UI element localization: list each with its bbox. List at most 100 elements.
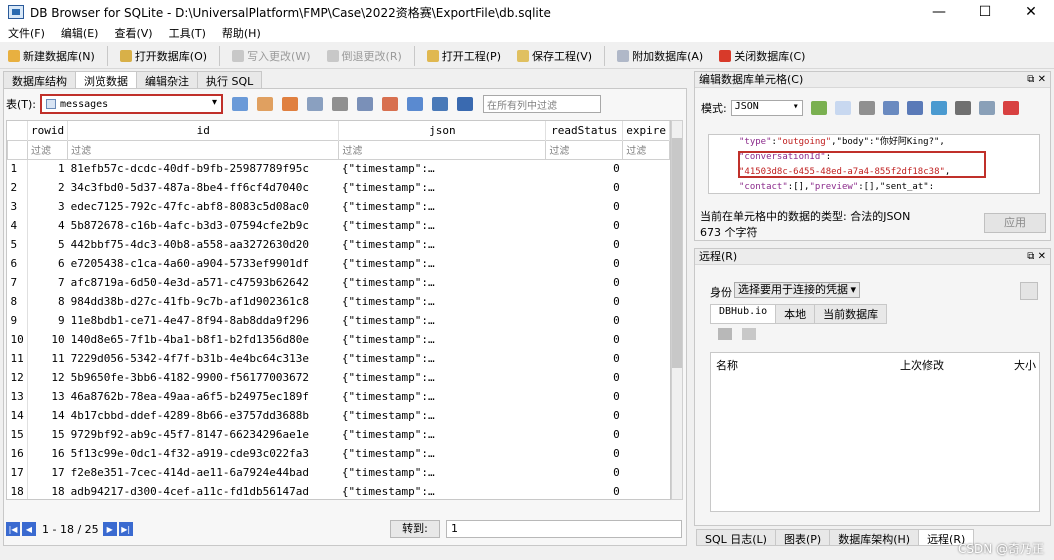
cell-expire[interactable] <box>623 159 670 178</box>
cell-json[interactable]: {"timestamp":… <box>339 311 546 330</box>
column-header-readstatus[interactable]: readStatus <box>545 121 624 140</box>
cell-id[interactable]: 81efb57c-dcdc-40df-b9fb-25987789f95c <box>68 159 339 178</box>
cell-expire[interactable] <box>623 387 670 406</box>
cell-id[interactable]: e7205438-c1ca-4a60-a904-5733ef9901df <box>68 254 339 273</box>
mode-select[interactable]: JSON ▾ <box>730 100 803 116</box>
first-record-icon[interactable]: |◀ <box>6 522 20 536</box>
cell-expire[interactable] <box>623 216 670 235</box>
maximize-button[interactable]: ☐ <box>962 0 1008 24</box>
goto-input[interactable]: 1 <box>446 520 682 538</box>
table-row[interactable]: 18 18 adb94217-d300-4cef-a11c-fd1db56147ad… <box>7 482 670 499</box>
cell-id[interactable]: 4b17cbbd-ddef-4289-8b66-e3757dd3688b <box>68 406 339 425</box>
cell-expire[interactable] <box>623 311 670 330</box>
open-project-button[interactable]: 打开工程(P) <box>419 45 509 67</box>
menu-view[interactable]: 查看(V) <box>106 25 160 41</box>
cell-id[interactable]: 46a8762b-78ea-49aa-a6f5-b24975ec189f <box>68 387 339 406</box>
cell-rowid[interactable]: 5 <box>27 235 67 254</box>
table-row[interactable]: 12 12 5b9650fe-3bb6-4182-9900-f56177003672… <box>7 368 670 387</box>
cell-readstatus[interactable]: 0 <box>546 444 623 463</box>
cell-expire[interactable] <box>623 482 670 499</box>
tab-sql-log[interactable]: SQL 日志(L) <box>696 529 776 546</box>
cell-json[interactable]: {"timestamp":… <box>339 425 546 444</box>
next-record-icon[interactable]: ▶ <box>102 522 117 536</box>
cell-readstatus[interactable]: 0 <box>546 349 623 368</box>
cell-readstatus[interactable]: 0 <box>546 463 623 482</box>
cell-rowid[interactable]: 11 <box>27 349 67 368</box>
save-view-icon[interactable] <box>307 97 324 111</box>
column-header-id[interactable]: id <box>67 121 340 140</box>
cell-expire[interactable] <box>623 197 670 216</box>
insert-record-icon[interactable] <box>357 97 374 111</box>
cell-expire[interactable] <box>623 178 670 197</box>
cell-id[interactable]: edec7125-792c-47fc-abf8-8083c5d08ac0 <box>68 197 339 216</box>
cell-rowid[interactable]: 4 <box>27 216 67 235</box>
cell-json[interactable]: {"timestamp":… <box>339 463 546 482</box>
table-row[interactable]: 16 16 5f13c99e-0dc1-4f32-a919-cde93c022fa3… <box>7 444 670 463</box>
save-project-button[interactable]: 保存工程(V) <box>509 45 600 67</box>
new-database-button[interactable]: 新建数据库(N) <box>0 45 103 67</box>
cell-expire[interactable] <box>623 425 670 444</box>
menu-help[interactable]: 帮助(H) <box>214 25 269 41</box>
find-icon[interactable] <box>407 97 424 111</box>
cell-rowid[interactable]: 7 <box>27 273 67 292</box>
filter-expire[interactable]: 过滤 <box>622 139 670 160</box>
cell-json[interactable]: {"timestamp":… <box>339 406 546 425</box>
clear-filters-icon[interactable] <box>257 97 274 111</box>
clone-icon[interactable] <box>718 328 732 340</box>
cell-readstatus[interactable]: 0 <box>546 292 623 311</box>
cell-readstatus[interactable]: 0 <box>546 406 623 425</box>
cell-rowid[interactable]: 13 <box>27 387 67 406</box>
find-replace-icon[interactable] <box>432 97 449 111</box>
table-row[interactable]: 6 6 e7205438-c1ca-4a60-a904-5733ef9901df {"… <box>7 254 670 273</box>
cell-rowid[interactable]: 18 <box>27 482 67 499</box>
cell-id[interactable]: afc8719a-6d50-4e3d-a571-c47593b62642 <box>68 273 339 292</box>
cell-json[interactable]: {"timestamp":… <box>339 273 546 292</box>
cell-readstatus[interactable]: 0 <box>546 387 623 406</box>
delete-record-icon[interactable] <box>382 97 399 111</box>
tab-database-structure[interactable]: 数据库结构 <box>3 71 76 88</box>
cell-readstatus[interactable]: 0 <box>546 159 623 178</box>
import-icon[interactable] <box>882 101 899 115</box>
cell-rowid[interactable]: 6 <box>27 254 67 273</box>
close-database-button[interactable]: 关闭数据库(C) <box>711 45 813 67</box>
filter-readstatus[interactable]: 过滤 <box>545 139 624 160</box>
minimize-button[interactable]: — <box>916 0 962 24</box>
print-icon[interactable] <box>954 101 971 115</box>
cell-expire[interactable] <box>623 292 670 311</box>
cell-id[interactable]: 5b872678-c16b-4afc-b3d3-07594cfe2b9c <box>68 216 339 235</box>
tab-plot[interactable]: 图表(P) <box>774 529 831 546</box>
tab-edit-pragmas[interactable]: 编辑杂注 <box>136 71 198 88</box>
cell-id[interactable]: 442bbf75-4dc3-40b8-a558-aa3272630d20 <box>68 235 339 254</box>
table-row[interactable]: 10 10 140d8e65-7f1b-4ba1-b8f1-b2fd1356d80e… <box>7 330 670 349</box>
dock-float-close-icon[interactable]: ⧉ ✕ <box>1027 249 1046 265</box>
cell-json[interactable]: {"timestamp":… <box>339 178 546 197</box>
table-row[interactable]: 5 5 442bbf75-4dc3-40b8-a558-aa3272630d20 {"… <box>7 235 670 254</box>
table-row[interactable]: 3 3 edec7125-792c-47fc-abf8-8083c5d08ac0 {"… <box>7 197 670 216</box>
cell-id[interactable]: adb94217-d300-4cef-a11c-fd1db56147ad <box>68 482 339 499</box>
identity-config-icon[interactable] <box>1020 282 1038 300</box>
cell-json[interactable]: {"timestamp":… <box>339 482 546 499</box>
column-header-rowid[interactable]: rowid <box>27 121 69 140</box>
cell-expire[interactable] <box>623 463 670 482</box>
refresh-icon[interactable] <box>742 328 756 340</box>
cell-readstatus[interactable]: 0 <box>546 235 623 254</box>
cell-rowid[interactable]: 16 <box>27 444 67 463</box>
tab-dbhub[interactable]: DBHub.io <box>710 304 777 324</box>
cell-rowid[interactable]: 1 <box>27 159 67 178</box>
cell-readstatus[interactable]: 0 <box>546 425 623 444</box>
table-row[interactable]: 2 2 34c3fbd0-5d37-487a-8be4-ff6cf4d7040c {"… <box>7 178 670 197</box>
cell-json[interactable]: {"timestamp":… <box>339 254 546 273</box>
clear-sort-icon[interactable] <box>282 97 299 111</box>
cell-readstatus[interactable]: 0 <box>546 216 623 235</box>
write-changes-button[interactable]: 写入更改(W) <box>224 45 318 67</box>
word-wrap-icon[interactable] <box>834 101 851 115</box>
column-header-json[interactable]: json <box>338 121 547 140</box>
delete-icon[interactable] <box>1002 101 1019 115</box>
cell-id[interactable]: 11e8bdb1-ce71-4e47-8f94-8ab8dda9f296 <box>68 311 339 330</box>
tab-local[interactable]: 本地 <box>775 304 816 324</box>
cell-readstatus[interactable]: 0 <box>546 197 623 216</box>
last-record-icon[interactable]: ▶| <box>118 522 133 536</box>
cell-json[interactable]: {"timestamp":… <box>339 159 546 178</box>
attach-database-button[interactable]: 附加数据库(A) <box>609 45 711 67</box>
cell-id[interactable]: 9729bf92-ab9c-45f7-8147-66234296ae1e <box>68 425 339 444</box>
